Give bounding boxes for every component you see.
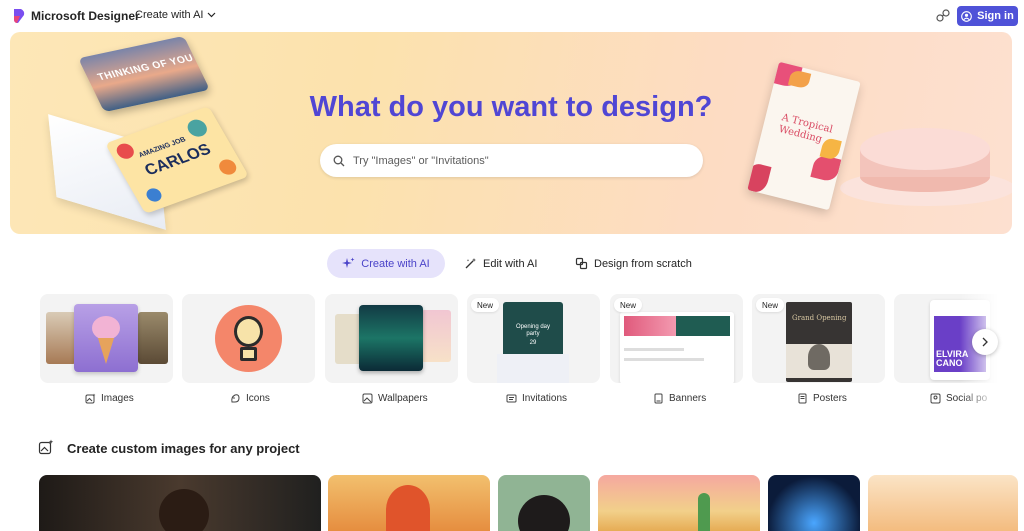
banner-icon: [654, 393, 663, 403]
category-card-icons[interactable]: [182, 294, 315, 383]
new-badge: New: [471, 298, 500, 312]
invite-title-text: A Tropical Wedding: [777, 112, 834, 146]
search-icon: [333, 155, 345, 166]
designer-logo-icon[interactable]: [12, 8, 26, 24]
image-sparkle-icon: [38, 439, 54, 455]
category-card-wallpapers[interactable]: [325, 294, 458, 383]
sign-in-button[interactable]: Sign in: [957, 6, 1018, 26]
image-thumbnail[interactable]: [768, 475, 860, 531]
poster-icon: [798, 393, 807, 403]
tab-design-from-scratch[interactable]: Design from scratch: [575, 249, 692, 278]
category-label-banners[interactable]: Banners: [653, 391, 706, 405]
card-thinking-text: THINKING OF YOU: [95, 52, 196, 84]
invitation-card-text-2: party: [526, 331, 540, 337]
category-banners-text: Banners: [669, 392, 707, 404]
category-label-posters[interactable]: Posters: [797, 391, 847, 405]
wallpaper-icon: [362, 393, 373, 403]
category-label-wallpapers[interactable]: Wallpapers: [362, 391, 428, 405]
poster-card-text: Grand Opening: [792, 314, 847, 322]
sign-in-label: Sign in: [977, 10, 1014, 22]
category-label-images[interactable]: Images: [85, 391, 134, 405]
invitation-card-date: 29: [529, 340, 537, 346]
brand-name[interactable]: Microsoft Designer: [31, 9, 140, 23]
invitation-card-text: Opening day: [515, 324, 551, 330]
category-label-icons[interactable]: Icons: [230, 391, 270, 405]
carousel-next-button[interactable]: [972, 329, 998, 355]
hero-banner: THINKING OF YOU AMAZING JOB CARLOS What …: [10, 32, 1012, 234]
tab-edit-label: Edit with AI: [483, 257, 538, 270]
image-thumbnail[interactable]: [498, 475, 590, 531]
category-card-images[interactable]: [40, 294, 173, 383]
category-card-invitations[interactable]: Opening day party 29 New: [467, 294, 600, 383]
category-icons-text: Icons: [246, 392, 270, 404]
create-menu-label: Create with AI: [135, 9, 204, 21]
tab-scratch-label: Design from scratch: [594, 257, 692, 270]
category-card-banners[interactable]: New: [610, 294, 743, 383]
category-label-invitations[interactable]: Invitations: [506, 391, 567, 405]
icon-sparkle-icon: [231, 393, 240, 402]
image-sparkle-icon: [85, 393, 96, 403]
new-badge: New: [614, 298, 643, 312]
account-icon: [961, 10, 973, 22]
search-bar[interactable]: Try "Images" or "Invitations": [320, 144, 703, 177]
search-placeholder[interactable]: Try "Images" or "Invitations": [353, 155, 489, 167]
category-posters-text: Posters: [813, 392, 847, 404]
section-title: Create custom images for any project: [67, 441, 300, 456]
category-wallpapers-text: Wallpapers: [378, 392, 428, 404]
sparkle-icon: [342, 257, 355, 268]
shapes-icon: [575, 257, 588, 270]
share-icon[interactable]: [934, 8, 952, 24]
mode-tabs: Create with AI Edit with AI Design from …: [0, 249, 1024, 278]
tab-create-label: Create with AI: [361, 257, 430, 270]
chevron-right-icon: [982, 337, 988, 347]
image-thumbnail[interactable]: [39, 475, 321, 531]
social-post-icon: [930, 393, 941, 403]
social-card-text-2: CANO: [936, 358, 963, 368]
category-images-text: Images: [101, 392, 134, 404]
cake-stand-top: [860, 128, 990, 170]
category-invitations-text: Invitations: [522, 392, 568, 404]
image-thumbnail[interactable]: [598, 475, 760, 531]
new-badge: New: [756, 298, 785, 312]
magic-wand-icon: [465, 258, 476, 269]
category-card-posters[interactable]: Grand Opening New: [752, 294, 885, 383]
hero-title: What do you want to design?: [309, 91, 713, 123]
image-thumbnail[interactable]: [328, 475, 490, 531]
tab-create-with-ai[interactable]: Create with AI: [327, 249, 445, 278]
top-bar: Microsoft Designer Create with AI Sign i…: [0, 0, 1024, 32]
tab-edit-with-ai[interactable]: Edit with AI: [464, 249, 537, 278]
chevron-down-icon: [208, 12, 216, 18]
invitation-icon: [506, 394, 517, 402]
create-with-ai-menu[interactable]: Create with AI: [135, 9, 216, 21]
image-thumbnail[interactable]: [868, 475, 1018, 531]
